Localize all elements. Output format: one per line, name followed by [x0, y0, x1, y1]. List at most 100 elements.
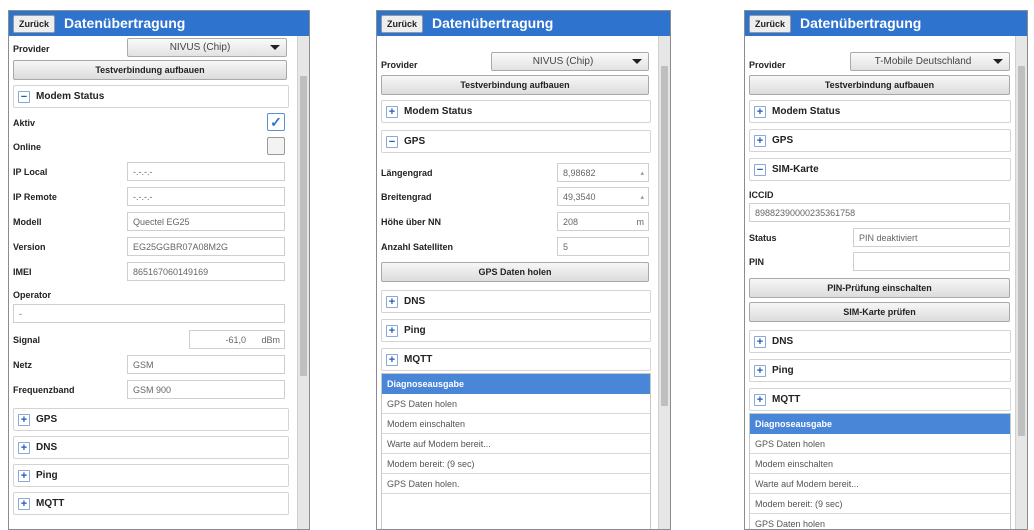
panel-content: Provider NIVUS (Chip) Testverbindung auf…: [9, 36, 297, 529]
section-gps[interactable]: + GPS: [13, 408, 289, 431]
section-ping[interactable]: + Ping: [13, 464, 289, 487]
spinner-icon[interactable]: ▴: [640, 188, 644, 205]
section-modem-status[interactable]: + Modem Status: [749, 100, 1011, 123]
collapse-icon: −: [754, 164, 766, 176]
diagnostic-row: GPS Daten holen.: [382, 474, 650, 494]
laengengrad-label: Längengrad: [381, 168, 433, 178]
diagnostic-row: GPS Daten holen: [382, 394, 650, 414]
hoehe-label: Höhe über NN: [381, 217, 442, 227]
section-ping[interactable]: + Ping: [381, 319, 651, 342]
version-field[interactable]: EG25GGBR07A08M2G: [127, 237, 285, 256]
scrollbar-thumb[interactable]: [300, 76, 307, 376]
back-button[interactable]: Zurück: [13, 15, 55, 33]
panel-modem-status: Zurück Datenübertragung Provider NIVUS (…: [8, 10, 310, 530]
signal-field[interactable]: -61,0 dBm: [189, 330, 285, 349]
section-gps[interactable]: + GPS: [749, 129, 1011, 152]
operator-field[interactable]: -: [13, 304, 285, 323]
expand-icon: +: [754, 394, 766, 406]
breitengrad-field[interactable]: 49,3540 ▴: [557, 187, 649, 206]
diagnostic-row: [382, 494, 650, 514]
section-mqtt[interactable]: + MQTT: [13, 492, 289, 515]
netz-label: Netz: [13, 360, 33, 370]
back-button[interactable]: Zurück: [381, 15, 423, 33]
section-title: Ping: [772, 365, 794, 376]
sim-status-label: Status: [749, 233, 777, 243]
laengengrad-value: 8,98682: [563, 168, 596, 178]
scrollbar[interactable]: [297, 36, 309, 529]
frequenzband-field[interactable]: GSM 900: [127, 380, 285, 399]
provider-select[interactable]: T-Mobile Deutschland: [850, 52, 1010, 71]
hoehe-field[interactable]: 208 m: [557, 212, 649, 231]
section-title: MQTT: [36, 498, 65, 509]
provider-select[interactable]: NIVUS (Chip): [127, 38, 287, 57]
sim-status-field[interactable]: PIN deaktiviert: [853, 228, 1010, 247]
panel-gps: Zurück Datenübertragung Provider NIVUS (…: [376, 10, 671, 530]
test-connection-button[interactable]: Testverbindung aufbauen: [749, 75, 1010, 95]
expand-icon: +: [18, 414, 30, 426]
aktiv-label: Aktiv: [13, 118, 36, 128]
test-connection-button[interactable]: Testverbindung aufbauen: [13, 60, 287, 80]
iccid-field[interactable]: 89882390000235361758: [749, 203, 1010, 222]
page-title: Datenübertragung: [432, 15, 554, 31]
header-bar: Zurück Datenübertragung: [377, 11, 670, 36]
provider-label: Provider: [381, 60, 418, 70]
ip-remote-field[interactable]: -.-.-.-: [127, 187, 285, 206]
laengengrad-field[interactable]: 8,98682 ▴: [557, 163, 649, 182]
section-title: SIM-Karte: [772, 164, 819, 175]
section-mqtt[interactable]: + MQTT: [749, 388, 1011, 411]
collapse-icon: −: [386, 136, 398, 148]
expand-icon: +: [18, 470, 30, 482]
satelliten-field[interactable]: 5: [557, 237, 649, 256]
scrollbar[interactable]: [1015, 36, 1027, 529]
section-gps[interactable]: − GPS: [381, 130, 651, 153]
gps-data-button[interactable]: GPS Daten holen: [381, 262, 649, 282]
diagnostic-header: Diagnoseausgabe: [750, 414, 1010, 434]
provider-label: Provider: [749, 60, 786, 70]
imei-label: IMEI: [13, 267, 32, 277]
signal-value: -61,0: [225, 335, 246, 345]
panel-content: Provider T-Mobile Deutschland Testverbin…: [745, 36, 1015, 529]
test-connection-button[interactable]: Testverbindung aufbauen: [381, 75, 649, 95]
aktiv-checkbox[interactable]: ✓: [267, 113, 285, 131]
section-ping[interactable]: + Ping: [749, 359, 1011, 382]
online-checkbox[interactable]: [267, 137, 285, 155]
diagnostic-row: Modem einschalten: [382, 414, 650, 434]
pin-field[interactable]: [853, 252, 1010, 271]
chevron-down-icon: [632, 59, 642, 64]
section-title: MQTT: [404, 354, 433, 365]
expand-icon: +: [386, 106, 398, 118]
section-modem-status[interactable]: + Modem Status: [381, 100, 651, 123]
modell-field[interactable]: Quectel EG25: [127, 212, 285, 231]
expand-icon: +: [386, 296, 398, 308]
scrollbar-thumb[interactable]: [1018, 66, 1025, 436]
section-dns[interactable]: + DNS: [381, 290, 651, 313]
ip-local-field[interactable]: -.-.-.-: [127, 162, 285, 181]
spinner-icon[interactable]: ▴: [640, 164, 644, 181]
imei-field[interactable]: 865167060149169: [127, 262, 285, 281]
provider-select[interactable]: NIVUS (Chip): [491, 52, 649, 71]
scrollbar[interactable]: [658, 36, 670, 529]
back-button[interactable]: Zurück: [749, 15, 791, 33]
section-title: DNS: [772, 336, 794, 347]
section-title: GPS: [36, 414, 58, 425]
section-title: GPS: [772, 135, 794, 146]
netz-field[interactable]: GSM: [127, 355, 285, 374]
online-label: Online: [13, 142, 42, 152]
section-dns[interactable]: + DNS: [749, 330, 1011, 353]
section-mqtt[interactable]: + MQTT: [381, 348, 651, 371]
iccid-label: ICCID: [749, 190, 774, 200]
signal-label: Signal: [13, 335, 41, 345]
expand-icon: +: [386, 325, 398, 337]
diagnostic-row: Modem bereit: (9 sec): [750, 494, 1010, 514]
expand-icon: +: [754, 336, 766, 348]
section-modem-status[interactable]: − Modem Status: [13, 85, 289, 108]
section-sim-card[interactable]: − SIM-Karte: [749, 158, 1011, 181]
expand-icon: +: [754, 106, 766, 118]
pin-check-button[interactable]: PIN-Prüfung einschalten: [749, 278, 1010, 298]
breitengrad-value: 49,3540: [563, 192, 596, 202]
panel-content: Provider NIVUS (Chip) Testverbindung auf…: [377, 36, 658, 529]
diagnostic-output: Diagnoseausgabe GPS Daten holen Modem ei…: [381, 373, 651, 529]
scrollbar-thumb[interactable]: [661, 66, 668, 406]
section-dns[interactable]: + DNS: [13, 436, 289, 459]
sim-check-button[interactable]: SIM-Karte prüfen: [749, 302, 1010, 322]
